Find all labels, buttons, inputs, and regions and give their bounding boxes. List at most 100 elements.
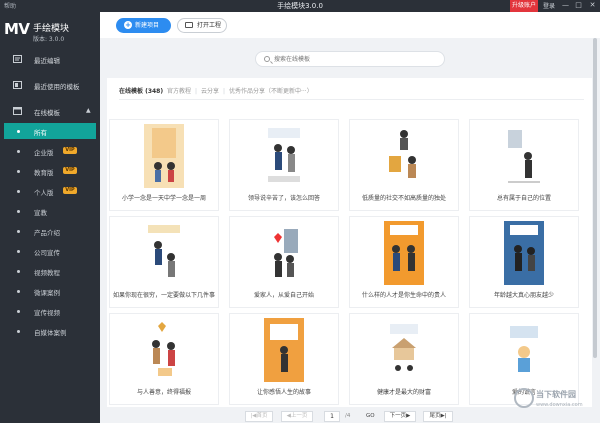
sidebar-subitem-promo-video[interactable]: 宣传视频 <box>4 303 96 319</box>
template-card[interactable]: 总有属于自己的位置 <box>470 120 578 210</box>
sidebar-item-recent-edit[interactable]: 最近编辑 <box>0 48 100 70</box>
sidebar-subitem-education[interactable]: 教育版 VIP <box>4 163 96 179</box>
tab-excellent-works[interactable]: 优秀作品分享（不断更新中···） <box>229 86 313 95</box>
sidebar-item-online-template[interactable]: 在线模板 ▲ <box>0 100 100 122</box>
sidebar-subitem-tutorial[interactable]: 视频教程 <box>4 263 96 279</box>
tab-separator: | <box>223 88 226 95</box>
folder-icon <box>185 22 193 28</box>
toolbar: + 新建项目 打开工程 <box>100 12 600 38</box>
page-number-input[interactable]: 1 <box>324 411 340 422</box>
template-title: 与人善意，终得福报 <box>136 389 191 396</box>
upgrade-account-button[interactable]: 升级账户 <box>510 0 538 12</box>
last-page-button[interactable]: 尾页▶| <box>423 411 453 422</box>
vip-badge: VIP <box>63 147 77 154</box>
sidebar-subitem-all[interactable]: 所有 <box>4 123 96 139</box>
sidebar-subitem-microclass[interactable]: 微课案例 <box>4 283 96 299</box>
main-area: + 新建项目 打开工程 在线模板 (348) 官方教程| 云分享| 优秀作品分享… <box>100 12 600 423</box>
template-title: 低质量的社交不如高质量的独处 <box>361 195 446 202</box>
template-tabs: 在线模板 (348) 官方教程 | 云分享 | 优秀作品分享（不断更新中···） <box>119 86 315 96</box>
bullet-icon <box>17 190 20 193</box>
app-logo: MV <box>4 20 30 38</box>
prev-page-button[interactable]: ◀上一页 <box>281 411 313 422</box>
template-card[interactable]: 爱家人，从爱自己开始 <box>230 217 338 307</box>
template-title: 让你感悟人生的故事 <box>256 389 311 396</box>
recent-edit-icon <box>13 55 22 63</box>
vip-badge: VIP <box>63 167 77 174</box>
template-thumbnail <box>384 318 424 382</box>
subitem-label: 公司宣传 <box>34 249 60 257</box>
sidebar-subitem-company[interactable]: 公司宣传 <box>4 243 96 259</box>
template-thumbnail <box>264 318 304 382</box>
sidebar-item-recent-template[interactable]: 最近使用的模板 <box>0 74 100 96</box>
subitem-label: 自媒体案例 <box>34 329 67 337</box>
template-card[interactable]: 年龄越大真心朋友越少 <box>470 217 578 307</box>
new-project-label: 新建项目 <box>135 22 160 29</box>
brand: MV 手绘模块 版本: 3.0.0 <box>4 19 94 47</box>
watermark: 当下软件园 www.downxia.com <box>510 386 600 416</box>
minimize-button[interactable]: — <box>561 1 570 9</box>
divider <box>119 99 584 100</box>
subitem-label: 产品介绍 <box>34 229 60 237</box>
sidebar-subitem-enterprise[interactable]: 企业版 VIP <box>4 143 96 159</box>
bullet-icon <box>17 290 20 293</box>
search-box[interactable] <box>255 51 445 67</box>
recent-template-icon <box>13 81 22 89</box>
template-card[interactable]: 让你感悟人生的故事 <box>230 314 338 404</box>
sidebar-subitem-personal[interactable]: 个人版 VIP <box>4 183 96 199</box>
subitem-label: 企业版 <box>34 149 54 157</box>
template-title: 如果你现在很穷，一定要做以下几件事 <box>112 292 215 299</box>
next-page-button[interactable]: 下一页▶ <box>384 411 416 422</box>
template-panel: 在线模板 (348) 官方教程 | 云分享 | 优秀作品分享（不断更新中···） 小… <box>107 78 592 407</box>
template-card[interactable]: 与人善意，终得福报 <box>110 314 218 404</box>
open-project-label: 打开工程 <box>197 22 222 29</box>
bullet-icon <box>17 150 20 153</box>
template-title: 健康才是最大的财富 <box>376 389 431 396</box>
bullet-icon <box>17 230 20 233</box>
template-thumbnail <box>504 221 544 285</box>
template-card[interactable]: 健康才是最大的财富 <box>350 314 458 404</box>
close-button[interactable]: ✕ <box>588 1 597 9</box>
online-template-icon <box>13 107 22 115</box>
search-input[interactable] <box>274 54 434 64</box>
watermark-logo-icon <box>514 388 534 408</box>
login-link[interactable]: 登录 <box>543 1 555 10</box>
go-button[interactable]: GO <box>366 413 375 419</box>
template-card[interactable]: 什么样的人才是你生命中的贵人 <box>350 217 458 307</box>
subitem-label: 宣传视频 <box>34 309 60 317</box>
template-thumbnail <box>504 318 544 382</box>
template-card[interactable]: 小学一念是一天中学一念是一周 <box>110 120 218 210</box>
sidebar-subitem-selfmedia[interactable]: 自媒体案例 <box>4 323 96 339</box>
title-bar: 帮助 手绘模块3.0.0 升级账户 登录 — □ ✕ <box>0 0 600 12</box>
watermark-text: 当下软件园 <box>536 390 576 399</box>
subitem-label: 所有 <box>34 129 47 137</box>
bullet-icon <box>17 270 20 273</box>
sidebar-item-label: 在线模板 <box>34 109 60 117</box>
sidebar-subitem-xuanjiao[interactable]: 宣教 <box>4 203 96 219</box>
subitem-label: 教育版 <box>34 169 54 177</box>
template-thumbnail <box>504 124 544 188</box>
scrollbar[interactable] <box>592 38 598 418</box>
template-card[interactable]: 领导说辛苦了，该怎么回答 <box>230 120 338 210</box>
template-thumbnail <box>144 318 184 382</box>
template-thumbnail <box>264 124 304 188</box>
bullet-icon <box>17 210 20 213</box>
search-icon <box>264 56 270 62</box>
maximize-button[interactable]: □ <box>574 1 583 9</box>
tab-online-templates[interactable]: 在线模板 (348) <box>119 86 163 95</box>
template-thumbnail <box>144 221 184 285</box>
subitem-label: 视频教程 <box>34 269 60 277</box>
new-project-button[interactable]: + 新建项目 <box>116 18 171 33</box>
tab-cloud-share[interactable]: 云分享 <box>201 86 219 95</box>
template-card[interactable]: 如果你现在很穷，一定要做以下几件事 <box>110 217 218 307</box>
subitem-label: 宣教 <box>34 209 47 217</box>
sidebar-subitem-product[interactable]: 产品介绍 <box>4 223 96 239</box>
tab-official-tutorials[interactable]: 官方教程 <box>167 86 191 95</box>
watermark-url: www.downxia.com <box>536 402 583 408</box>
template-title: 领导说辛苦了，该怎么回答 <box>247 195 320 202</box>
open-project-button[interactable]: 打开工程 <box>177 18 227 33</box>
template-thumbnail <box>144 124 184 188</box>
scrollbar-thumb[interactable] <box>593 38 597 358</box>
template-card[interactable]: 低质量的社交不如高质量的独处 <box>350 120 458 210</box>
vip-badge: VIP <box>63 187 77 194</box>
first-page-button[interactable]: |◀首页 <box>245 411 273 422</box>
